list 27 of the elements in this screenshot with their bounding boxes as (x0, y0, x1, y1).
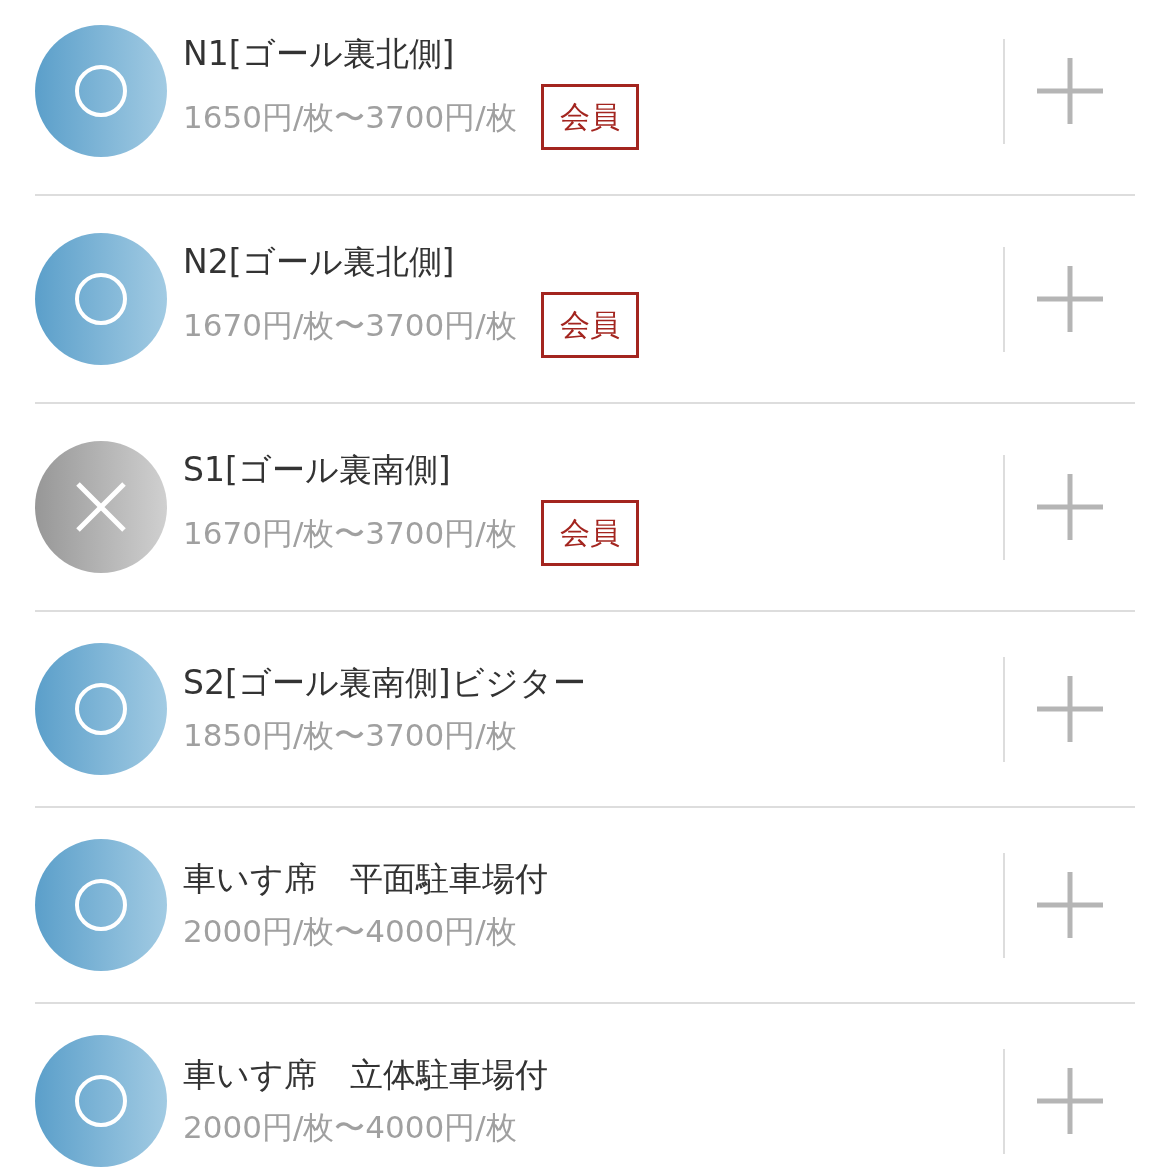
seat-name: S1[ゴール裏南側] (183, 449, 452, 491)
member-tag: 会員 (540, 84, 639, 150)
seat-name: N2[ゴール裏北側] (183, 241, 456, 283)
plus-icon (1037, 266, 1103, 332)
add-button[interactable] (1037, 872, 1103, 938)
seat-name: 車いす席 平面駐車場付 (183, 858, 549, 900)
price-range: 1650円/枚〜3700円/枚 (183, 98, 517, 137)
price-range: 1670円/枚〜3700円/枚 (183, 306, 517, 345)
seat-name: 車いす席 立体駐車場付 (183, 1054, 549, 1096)
plus-icon (1037, 1068, 1103, 1134)
price-range: 2000円/枚〜4000円/枚 (183, 912, 517, 951)
add-button[interactable] (1037, 58, 1103, 124)
seat-name: S2[ゴール裏南側]ビジター (183, 662, 587, 704)
add-button[interactable] (1037, 676, 1103, 742)
price-range: 1670円/枚〜3700円/枚 (183, 514, 517, 553)
add-button[interactable] (1037, 1068, 1103, 1134)
plus-icon (1037, 58, 1103, 124)
seat-name: N1[ゴール裏北側] (183, 33, 456, 75)
price-range: 1850円/枚〜3700円/枚 (183, 716, 517, 755)
add-button[interactable] (1037, 474, 1103, 540)
member-tag: 会員 (540, 500, 639, 566)
price-range: 2000円/枚〜4000円/枚 (183, 1108, 517, 1147)
add-button[interactable] (1037, 266, 1103, 332)
plus-icon (1037, 872, 1103, 938)
plus-icon (1037, 676, 1103, 742)
plus-icon (1037, 474, 1103, 540)
member-tag: 会員 (540, 292, 639, 358)
